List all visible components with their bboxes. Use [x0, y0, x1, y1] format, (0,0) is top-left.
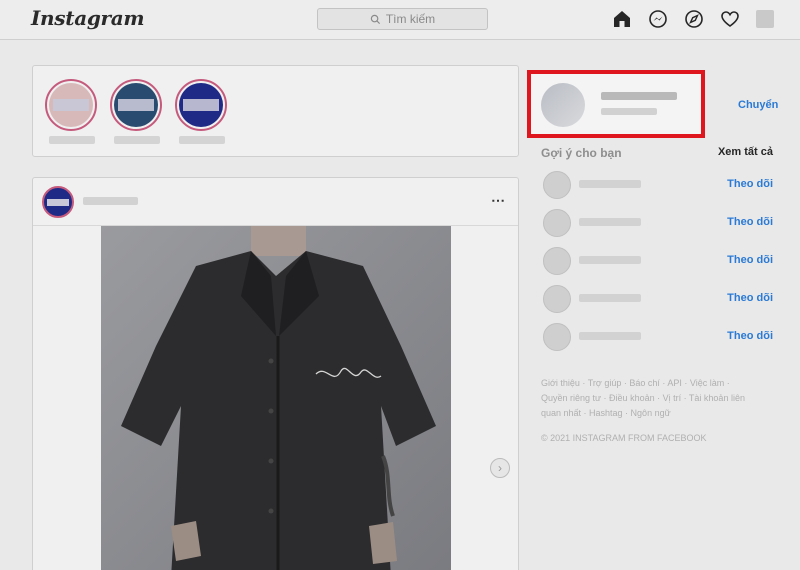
activity-heart-icon[interactable]	[720, 9, 740, 29]
story-username	[179, 136, 225, 144]
see-all-link[interactable]: Xem tất cả	[718, 146, 773, 158]
suggestion-username[interactable]	[579, 218, 641, 226]
copyright-text: © 2021 INSTAGRAM FROM FACEBOOK	[541, 433, 707, 443]
post-photo-image	[101, 226, 451, 570]
current-user-fullname	[601, 108, 657, 115]
suggestion-row: Theo dõi	[543, 247, 773, 275]
explore-icon[interactable]	[684, 9, 704, 29]
search-input[interactable]: Tìm kiếm	[317, 8, 488, 30]
suggestion-username[interactable]	[579, 180, 641, 188]
search-placeholder: Tìm kiếm	[385, 12, 436, 26]
follow-button[interactable]: Theo dõi	[727, 292, 773, 304]
current-user-avatar[interactable]	[541, 83, 585, 127]
story-ring	[45, 79, 97, 131]
current-user-username[interactable]	[601, 92, 677, 100]
suggestion-row: Theo dõi	[543, 171, 773, 199]
suggestion-row: Theo dõi	[543, 323, 773, 351]
profile-avatar[interactable]	[756, 10, 774, 28]
post-author-username[interactable]	[83, 197, 138, 205]
feed-post: ⋯ ›	[32, 177, 519, 570]
follow-button[interactable]: Theo dõi	[727, 216, 773, 228]
story-item[interactable]	[175, 79, 229, 144]
switch-account-link[interactable]: Chuyển	[738, 99, 778, 111]
story-ring	[175, 79, 227, 131]
top-navbar: Instagram Tìm kiếm	[0, 0, 800, 40]
suggestion-avatar[interactable]	[543, 247, 571, 275]
suggestion-avatar[interactable]	[543, 285, 571, 313]
story-item[interactable]	[110, 79, 164, 144]
post-author-avatar[interactable]	[42, 186, 74, 218]
suggestion-avatar[interactable]	[543, 323, 571, 351]
follow-button[interactable]: Theo dõi	[727, 178, 773, 190]
story-username	[49, 136, 95, 144]
follow-button[interactable]: Theo dõi	[727, 330, 773, 342]
footer-links[interactable]: Giới thiệu · Trợ giúp · Báo chí · API · …	[541, 376, 751, 421]
stories-tray	[32, 65, 519, 157]
suggestion-avatar[interactable]	[543, 209, 571, 237]
search-icon	[370, 14, 380, 24]
suggestions-title: Gợi ý cho bạn	[541, 146, 622, 160]
story-item[interactable]	[45, 79, 99, 144]
current-user-card	[527, 70, 705, 138]
messenger-icon[interactable]	[648, 9, 668, 29]
story-username	[114, 136, 160, 144]
more-options-icon[interactable]: ⋯	[491, 192, 506, 209]
post-header: ⋯	[33, 178, 518, 226]
suggestion-row: Theo dõi	[543, 285, 773, 313]
next-photo-button[interactable]: ›	[490, 458, 510, 478]
suggestion-username[interactable]	[579, 256, 641, 264]
suggestion-username[interactable]	[579, 332, 641, 340]
story-avatar	[49, 83, 93, 127]
story-avatar	[114, 83, 158, 127]
post-photo[interactable]	[101, 226, 451, 570]
suggestion-row: Theo dõi	[543, 209, 773, 237]
follow-button[interactable]: Theo dõi	[727, 254, 773, 266]
instagram-logo[interactable]: Instagram	[31, 6, 145, 30]
suggestion-avatar[interactable]	[543, 171, 571, 199]
nav-icons	[612, 9, 774, 29]
story-ring	[110, 79, 162, 131]
home-icon[interactable]	[612, 9, 632, 29]
suggestion-username[interactable]	[579, 294, 641, 302]
story-avatar	[179, 83, 223, 127]
